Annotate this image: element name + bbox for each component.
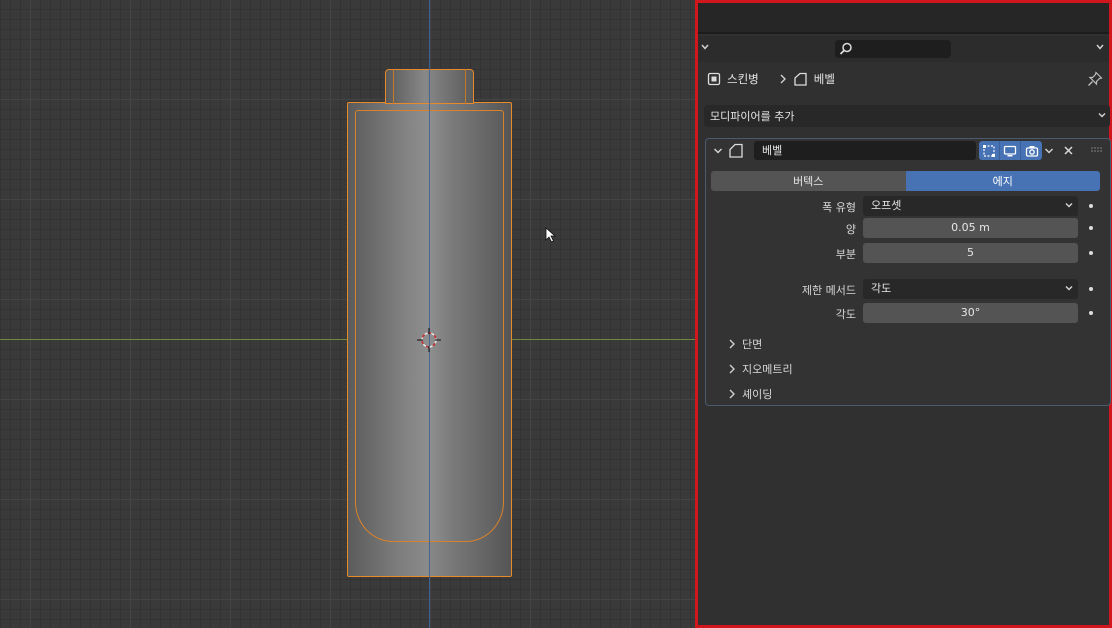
limit-method-row: 제한 메서드 각도 [706,279,1110,299]
pin-icon[interactable] [1087,71,1103,87]
keyframe-dot[interactable] [1089,251,1093,255]
breadcrumb-modifier-label: 베벨 [813,72,835,86]
object-icon [707,72,721,86]
subpanel-shading[interactable]: 셰이딩 [728,385,772,403]
modifier-visibility-toggles [979,141,1042,160]
amount-row: 양 0.05 m [706,218,1110,238]
panel-header [698,3,1109,34]
render-toggle[interactable] [1021,141,1042,160]
chevron-down-icon[interactable] [1095,41,1105,53]
render-icon [1025,145,1038,157]
chevron-down-icon[interactable] [700,41,710,53]
bevel-modifier-panel: 베벨 버텍스 에지 폭 유형 오프셋 양 0.05 m 부분 5 제한 메서드 … [705,138,1111,406]
width-type-row: 폭 유형 오프셋 [706,196,1110,216]
subpanel-geometry-label: 지오메트리 [742,363,793,376]
subpanel-shading-label: 셰이딩 [742,388,773,401]
breadcrumb-object[interactable]: 스킨병 [707,71,759,87]
subpanel-profile[interactable]: 단면 [728,335,762,353]
limit-method-dropdown[interactable]: 각도 [863,279,1078,299]
edit-mode-icon [983,144,995,157]
chevron-down-icon [1065,285,1073,291]
chevron-down-icon[interactable] [1043,145,1055,157]
angle-label: 각도 [835,308,856,321]
segments-row: 부분 5 [706,243,1110,263]
breadcrumb-modifier[interactable]: 베벨 [793,71,835,87]
chevron-down-icon [1098,112,1106,118]
segments-label: 부분 [835,248,856,261]
limit-method-value: 각도 [871,282,892,295]
angle-field[interactable]: 30° [863,303,1078,323]
width-type-label: 폭 유형 [822,201,856,214]
breadcrumb-object-label: 스킨병 [727,72,759,86]
keyframe-dot[interactable] [1089,204,1093,208]
add-modifier-label: 모디파이어를 추가 [710,110,795,123]
viewport-toggle[interactable] [1000,141,1021,160]
breadcrumb: 스킨병 베벨 [698,65,1109,93]
angle-row: 각도 30° [706,303,1110,323]
add-modifier-dropdown[interactable]: 모디파이어를 추가 [704,105,1110,127]
mouse-pointer-icon [545,227,557,243]
affect-selector: 버텍스 에지 [711,171,1100,191]
keyframe-dot[interactable] [1089,311,1093,315]
keyframe-dot[interactable] [1089,226,1093,230]
z-axis-line-overlay [429,0,430,628]
modifier-header: 베벨 [706,139,1110,163]
amount-field[interactable]: 0.05 m [863,218,1078,238]
chevron-right-icon [780,74,786,84]
search-icon [839,42,852,55]
drag-handle-icon[interactable] [1090,145,1102,155]
close-icon[interactable] [1062,144,1075,157]
width-type-dropdown[interactable]: 오프셋 [863,196,1078,216]
amount-label: 양 [845,223,856,236]
keyframe-dot[interactable] [1089,287,1093,291]
edit-mode-toggle[interactable] [979,141,1000,160]
chevron-right-icon [729,364,735,374]
chevron-right-icon [729,389,735,399]
width-type-value: 오프셋 [871,199,902,212]
chevron-right-icon [729,339,735,349]
3d-viewport[interactable] [0,0,695,628]
search-input[interactable] [835,40,951,58]
subpanel-profile-label: 단면 [742,338,763,351]
tab-edges[interactable]: 에지 [905,171,1100,191]
bevel-modifier-icon [794,72,807,86]
segments-field[interactable]: 5 [863,243,1078,263]
chevron-down-icon[interactable] [712,145,724,157]
subpanel-geometry[interactable]: 지오메트리 [728,360,793,378]
bevel-modifier-icon [729,143,743,158]
panel-search-row [698,36,1109,62]
3d-cursor-icon[interactable] [417,328,441,352]
limit-method-label: 제한 메서드 [801,284,856,297]
modifier-name-field[interactable]: 베벨 [754,141,976,160]
chevron-down-icon [1065,202,1073,208]
viewport-icon [1003,145,1017,156]
tab-vertices[interactable]: 버텍스 [711,171,906,191]
properties-panel: 스킨병 베벨 모디파이어를 추가 베벨 버텍스 에지 폭 유형 오프셋 양 0.… [695,0,1112,628]
